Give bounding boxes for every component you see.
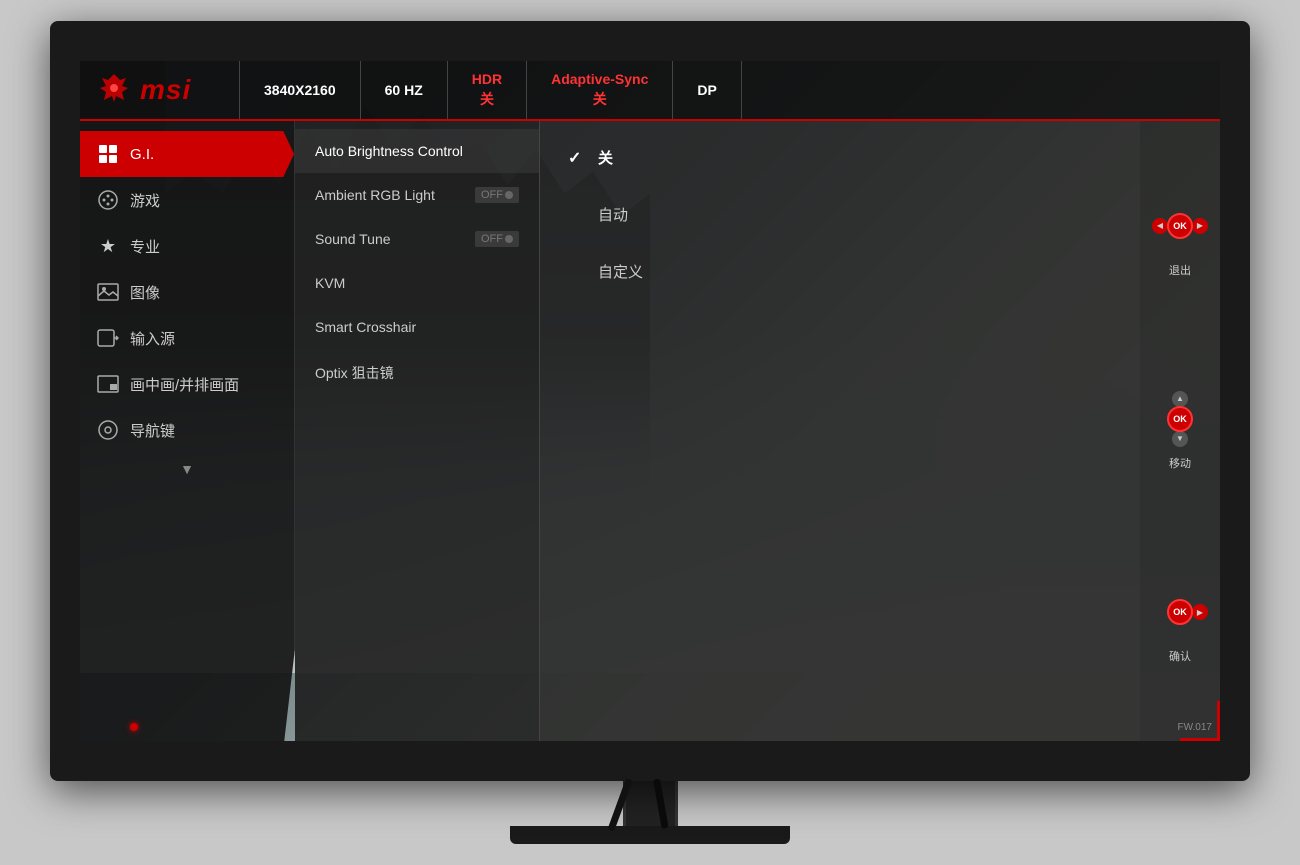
nav-ok-confirm[interactable]: OK bbox=[1167, 599, 1193, 625]
osd-content: G.I. bbox=[80, 121, 1220, 741]
toggle-dot-2 bbox=[505, 235, 513, 243]
menu-item-auto-brightness[interactable]: Auto Brightness Control bbox=[295, 129, 539, 173]
options-panel: ✓ 关 自动 自定义 bbox=[540, 121, 1140, 741]
refresh-rate-status: 60 HZ bbox=[361, 61, 448, 119]
sidebar-item-pip[interactable]: 画中画/并排画面 bbox=[80, 361, 294, 407]
sidebar-item-image-label: 图像 bbox=[130, 282, 160, 303]
nav-cluster-exit: OK ◀ ▶ bbox=[1152, 198, 1208, 254]
nav-move-label: 移动 bbox=[1169, 455, 1191, 471]
nav-right-confirm[interactable]: ▶ bbox=[1192, 604, 1208, 620]
menu-item-optix[interactable]: Optix 狙击镜 bbox=[295, 349, 539, 397]
sidebar-arrow-down[interactable]: ▼ bbox=[80, 453, 294, 485]
port-status: DP bbox=[673, 61, 741, 119]
sidebar-item-game[interactable]: 游戏 bbox=[80, 177, 294, 223]
menu-item-kvm[interactable]: KVM bbox=[295, 261, 539, 305]
nav-up-move[interactable]: ▲ bbox=[1172, 391, 1188, 407]
menu-item-crosshair[interactable]: Smart Crosshair bbox=[295, 305, 539, 349]
sidebar: G.I. bbox=[80, 121, 295, 741]
sidebar-item-pro-label: 专业 bbox=[130, 236, 160, 257]
middle-panel: Auto Brightness Control Ambient RGB Ligh… bbox=[295, 121, 540, 741]
ambient-rgb-toggle[interactable]: OFF bbox=[475, 187, 519, 203]
sidebar-item-gi-label: G.I. bbox=[130, 146, 154, 163]
nav-down-move[interactable]: ▼ bbox=[1172, 431, 1188, 447]
monitor-outer: msi 3840X2160 60 HZ HDR 关 bbox=[50, 21, 1250, 781]
adaptive-sync-status: Adaptive-Sync 关 bbox=[527, 61, 673, 119]
image-icon bbox=[96, 280, 120, 304]
hdr-status: HDR 关 bbox=[448, 61, 527, 119]
nav-controls: OK ◀ ▶ 退出 OK bbox=[1140, 121, 1220, 741]
nav-confirm-label: 确认 bbox=[1169, 648, 1191, 664]
nav-group-move: OK ▲ ▼ 移动 bbox=[1152, 391, 1208, 471]
cable-1 bbox=[607, 778, 632, 832]
sidebar-item-input-label: 输入源 bbox=[130, 328, 175, 349]
osd-overlay: msi 3840X2160 60 HZ HDR 关 bbox=[80, 61, 1220, 741]
menu-item-sound-tune[interactable]: Sound Tune OFF bbox=[295, 217, 539, 261]
sidebar-item-input[interactable]: 输入源 bbox=[80, 315, 294, 361]
sidebar-item-gi[interactable]: G.I. bbox=[80, 131, 294, 177]
gi-icon bbox=[96, 142, 120, 166]
monitor-indicator-light bbox=[130, 723, 138, 731]
option-auto[interactable]: 自动 bbox=[540, 186, 1140, 243]
resolution-status: 3840X2160 bbox=[240, 61, 361, 119]
pip-icon bbox=[96, 372, 120, 396]
nav-ok-move[interactable]: OK bbox=[1167, 406, 1193, 432]
menu-item-ambient-rgb[interactable]: Ambient RGB Light OFF bbox=[295, 173, 539, 217]
pro-icon: ★ bbox=[96, 234, 120, 258]
monitor-screen: msi 3840X2160 60 HZ HDR 关 bbox=[80, 61, 1220, 741]
toggle-dot bbox=[505, 191, 513, 199]
nav-right-exit[interactable]: ▶ bbox=[1192, 218, 1208, 234]
game-icon bbox=[96, 188, 120, 212]
sidebar-item-pro[interactable]: ★ 专业 bbox=[80, 223, 294, 269]
sidebar-item-pip-label: 画中画/并排画面 bbox=[130, 374, 239, 395]
nav-ok-exit[interactable]: OK bbox=[1167, 213, 1193, 239]
nav-group-confirm: OK ▶ 确认 bbox=[1152, 584, 1208, 664]
checkmark-icon: ✓ bbox=[568, 148, 588, 168]
msi-brand-text: msi bbox=[140, 74, 191, 106]
nav-cluster-move: OK ▲ ▼ bbox=[1152, 391, 1208, 447]
msi-dragon-icon bbox=[96, 72, 132, 108]
status-bar: msi 3840X2160 60 HZ HDR 关 bbox=[80, 61, 1220, 121]
sidebar-item-image[interactable]: 图像 bbox=[80, 269, 294, 315]
navi-icon bbox=[96, 418, 120, 442]
option-off[interactable]: ✓ 关 bbox=[540, 129, 1140, 186]
input-icon bbox=[96, 326, 120, 350]
sidebar-item-game-label: 游戏 bbox=[130, 190, 160, 211]
nav-cluster-confirm: OK ▶ bbox=[1152, 584, 1208, 640]
nav-exit-label: 退出 bbox=[1169, 262, 1191, 278]
status-items: 3840X2160 60 HZ HDR 关 bbox=[240, 61, 1220, 119]
option-custom[interactable]: 自定义 bbox=[540, 243, 1140, 300]
nav-left-exit[interactable]: ◀ bbox=[1152, 218, 1168, 234]
sound-tune-toggle[interactable]: OFF bbox=[475, 231, 519, 247]
sidebar-item-navi[interactable]: 导航键 bbox=[80, 407, 294, 453]
corner-accent bbox=[1180, 701, 1220, 741]
sidebar-item-navi-label: 导航键 bbox=[130, 420, 175, 441]
cables bbox=[626, 779, 660, 834]
msi-logo-area: msi bbox=[80, 61, 240, 119]
nav-group-exit: OK ◀ ▶ 退出 bbox=[1152, 198, 1208, 278]
